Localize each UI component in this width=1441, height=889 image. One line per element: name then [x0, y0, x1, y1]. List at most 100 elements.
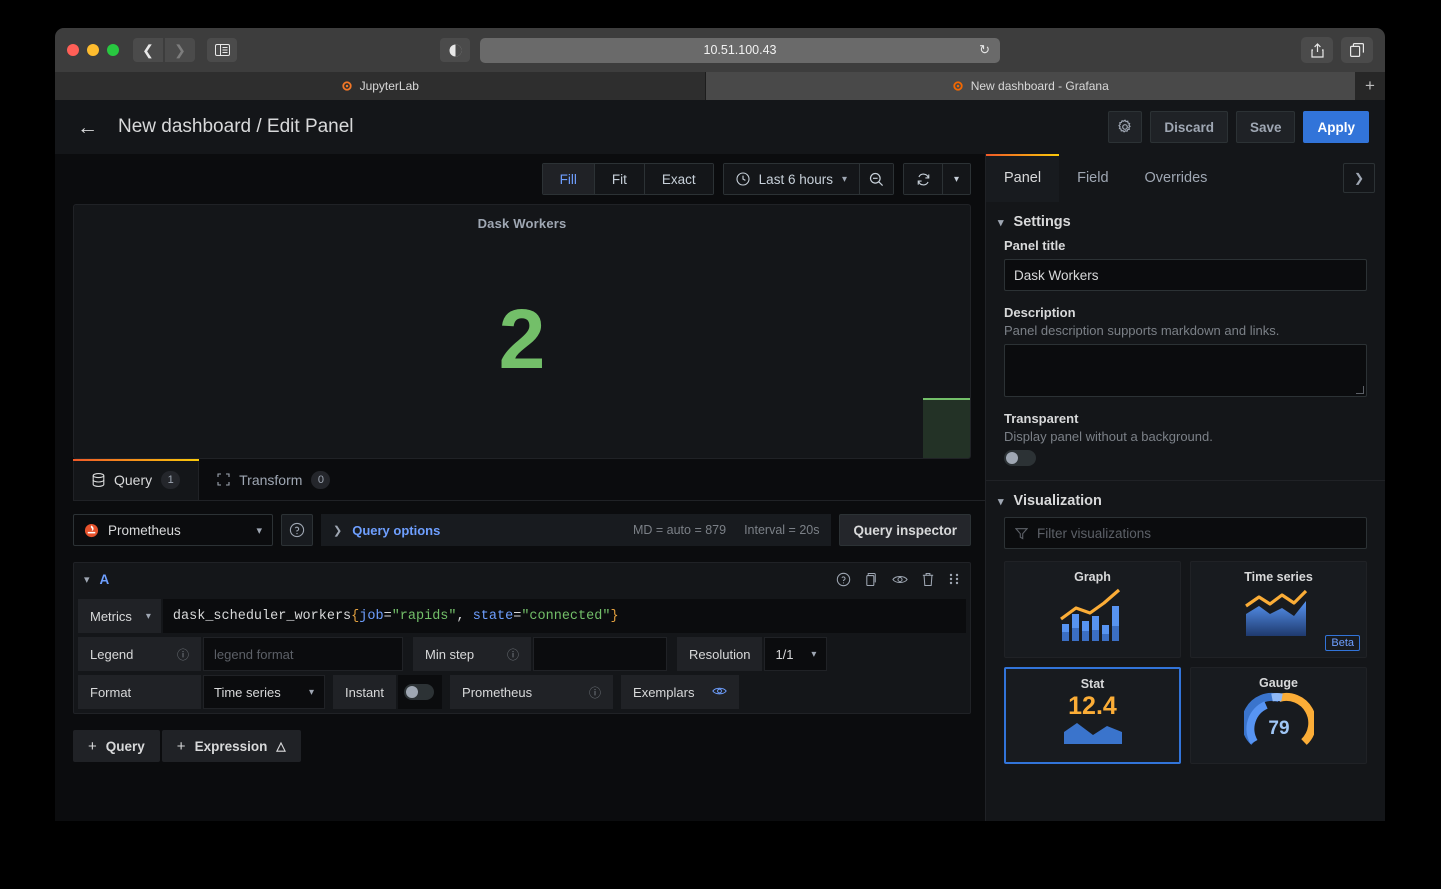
maximize-window-button[interactable]: [107, 44, 119, 56]
tab-field[interactable]: Field: [1059, 154, 1126, 202]
promql-expression-input[interactable]: dask_scheduler_workers{job = "rapids", sta…: [162, 599, 966, 633]
tab-panel[interactable]: Panel: [986, 154, 1060, 202]
panel-options-pane: Panel Field Overrides ❯ ▾ Settings Panel…: [985, 154, 1385, 821]
info-icon[interactable]: ⓘ: [177, 646, 189, 663]
expr-value-2: "connected": [521, 608, 611, 624]
visualization-section-header[interactable]: ▾ Visualization: [986, 481, 1385, 517]
transparent-field: Transparent Display panel without a back…: [986, 411, 1385, 466]
filter-icon: [1015, 527, 1028, 539]
visualization-grid: Graph Time series Beta Stat 12.4 Gauge 7…: [986, 561, 1385, 764]
browser-tab-title: New dashboard - Grafana: [970, 79, 1109, 93]
query-inspector-button[interactable]: Query inspector: [839, 514, 971, 546]
resolution-label-cell: Resolution: [677, 637, 763, 671]
datasource-help-button[interactable]: [281, 514, 313, 546]
back-to-dashboard-button[interactable]: ←: [77, 117, 98, 138]
time-range-button[interactable]: Last 6 hours ▾: [723, 164, 859, 194]
size-mode-fill[interactable]: Fill: [542, 164, 595, 194]
refresh-dashboard-button[interactable]: [904, 164, 942, 194]
close-window-button[interactable]: [67, 44, 79, 56]
panel-title-input[interactable]: Dask Workers: [1004, 259, 1367, 291]
preview-panel-title: Dask Workers: [477, 216, 567, 231]
navigation-buttons: ❮ ❯: [133, 38, 195, 62]
add-query-button[interactable]: + Query: [73, 730, 160, 762]
min-step-input[interactable]: [533, 637, 667, 671]
gear-icon: [1118, 119, 1132, 133]
address-input[interactable]: 10.51.100.43 ↻: [480, 37, 1000, 63]
browser-tab-jupyterlab[interactable]: JupyterLab: [55, 72, 705, 100]
viz-option-time-series[interactable]: Time series Beta: [1190, 561, 1367, 658]
legend-format-input[interactable]: legend format: [203, 637, 403, 671]
tab-transform[interactable]: Transform 0: [199, 459, 348, 500]
viz-option-label: Stat: [1080, 677, 1105, 691]
discard-button[interactable]: Discard: [1150, 111, 1228, 143]
zoom-out-time-button[interactable]: [859, 164, 893, 194]
format-label-cell: Format: [78, 675, 201, 709]
metrics-label: Metrics: [90, 608, 132, 624]
stat-preview-icon: [1063, 723, 1122, 745]
query-options-toggle[interactable]: Query options: [352, 523, 440, 538]
viz-option-stat[interactable]: Stat 12.4: [1004, 667, 1181, 764]
chevron-right-icon: ❯: [333, 524, 343, 537]
min-step-label: Min step: [425, 646, 475, 662]
eye-icon[interactable]: [892, 573, 908, 586]
visualization-filter-input[interactable]: Filter visualizations: [1004, 517, 1367, 549]
new-tab-button[interactable]: +: [1355, 72, 1385, 100]
tab-overview-icon[interactable]: [1341, 37, 1373, 63]
add-expression-button[interactable]: + Expression △: [161, 730, 301, 762]
privacy-shield-icon[interactable]: [440, 38, 470, 62]
info-icon[interactable]: ⓘ: [507, 646, 519, 663]
prometheus-label: Prometheus: [462, 684, 533, 700]
exemplars-cell[interactable]: Exemplars: [621, 675, 740, 709]
format-value: Time series: [214, 684, 281, 700]
save-button[interactable]: Save: [1235, 111, 1296, 143]
size-mode-fit[interactable]: Fit: [594, 164, 645, 194]
collapse-options-pane-button[interactable]: ❯: [1343, 163, 1375, 193]
chevron-down-icon: ▾: [841, 173, 847, 185]
forward-icon[interactable]: ❯: [165, 38, 195, 62]
prometheus-label-cell: Prometheus ⓘ: [450, 675, 614, 709]
minimize-window-button[interactable]: [87, 44, 99, 56]
chevron-down-icon: ▾: [256, 524, 262, 537]
info-icon[interactable]: ⓘ: [589, 684, 601, 701]
refresh-control: ▾: [903, 163, 971, 195]
back-icon[interactable]: ❮: [133, 38, 163, 62]
resolution-select[interactable]: 1/1 ▾: [764, 637, 828, 671]
duplicate-icon[interactable]: [864, 572, 879, 587]
tab-query[interactable]: Query 1: [73, 459, 200, 500]
size-mode-exact[interactable]: Exact: [644, 164, 713, 194]
time-series-preview-icon: [1244, 589, 1307, 636]
browser-tab-grafana[interactable]: New dashboard - Grafana: [705, 72, 1355, 100]
plus-icon: +: [176, 737, 186, 755]
expr-comma: ,: [456, 608, 473, 624]
help-circle-icon[interactable]: [836, 572, 851, 587]
tab-query-label: Query: [114, 472, 153, 488]
clock-icon: [736, 172, 750, 186]
trash-icon[interactable]: [921, 572, 935, 587]
chevron-down-icon[interactable]: ▾: [84, 573, 90, 586]
transparent-toggle[interactable]: [1004, 450, 1036, 466]
reload-icon[interactable]: ↻: [979, 42, 990, 58]
tab-overrides[interactable]: Overrides: [1127, 154, 1226, 202]
titlebar-actions: [1301, 37, 1373, 63]
settings-section-header[interactable]: ▾ Settings: [986, 202, 1385, 238]
instant-toggle[interactable]: [398, 675, 443, 709]
apply-button[interactable]: Apply: [1303, 111, 1369, 143]
drag-handle-icon[interactable]: [948, 572, 960, 586]
expr-eq-1: =: [383, 608, 392, 624]
chevron-down-icon: ▾: [145, 610, 151, 622]
viz-option-graph[interactable]: Graph: [1004, 561, 1181, 658]
transform-count-badge: 0: [311, 470, 331, 489]
eye-icon[interactable]: [712, 685, 728, 700]
datasource-picker[interactable]: Prometheus ▾: [73, 514, 273, 546]
description-textarea[interactable]: [1004, 344, 1367, 397]
sidebar-toggle-icon[interactable]: [207, 38, 237, 62]
window-controls: [67, 44, 119, 56]
metrics-browser-button[interactable]: Metrics ▾: [78, 599, 161, 633]
add-query-label: Query: [105, 738, 145, 754]
dashboard-settings-button[interactable]: [1108, 111, 1143, 143]
viz-option-gauge[interactable]: Gauge 79: [1190, 667, 1367, 764]
refresh-interval-dropdown[interactable]: ▾: [942, 164, 970, 194]
database-icon: [92, 473, 105, 487]
format-select[interactable]: Time series ▾: [203, 675, 325, 709]
share-icon[interactable]: [1301, 37, 1333, 63]
